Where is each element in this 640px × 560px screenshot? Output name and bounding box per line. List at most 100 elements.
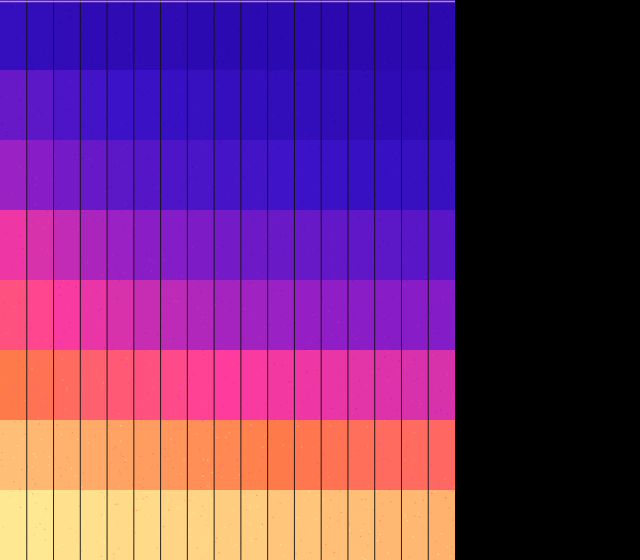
- spectrogram-noise-dot: [86, 168, 87, 169]
- spectrogram-noise-dot: [154, 89, 155, 90]
- spectrogram-noise-dot: [316, 314, 317, 315]
- spectrogram-noise-dot: [423, 500, 424, 501]
- spectrogram-noise-dot: [451, 547, 452, 548]
- spectrogram-noise-dot: [399, 104, 400, 105]
- spectrogram-noise-dot: [392, 402, 393, 403]
- spectrogram-noise-dot: [277, 502, 278, 503]
- spectrogram-noise-dot: [164, 68, 165, 69]
- spectrogram-noise-dot: [212, 539, 213, 540]
- spectrogram-noise-dot: [280, 388, 281, 389]
- spectrogram-noise-dot: [253, 116, 254, 117]
- spectrogram-noise-dot: [97, 393, 98, 394]
- spectrogram-noise-dot: [233, 300, 234, 301]
- spectrogram-noise-dot: [179, 398, 180, 399]
- spectrogram-noise-dot: [203, 359, 204, 360]
- spectrogram-noise-dot: [237, 178, 238, 179]
- spectrogram-cell: [321, 210, 348, 280]
- spectrogram-noise-dot: [334, 552, 335, 553]
- spectrogram-noise-dot: [359, 89, 360, 90]
- spectrogram-noise-dot: [30, 328, 31, 329]
- spectrogram-noise-dot: [177, 218, 178, 219]
- spectrogram-noise-dot: [118, 317, 119, 318]
- spectrogram-noise-dot: [149, 116, 150, 117]
- spectrogram-noise-dot: [280, 503, 281, 504]
- spectrogram-noise-dot: [444, 478, 445, 479]
- spectrogram-noise-dot: [395, 159, 396, 160]
- spectrogram-noise-dot: [312, 25, 313, 26]
- spectrogram-noise-dot: [387, 244, 388, 245]
- spectrogram-noise-dot: [297, 118, 298, 119]
- spectrogram-noise-dot: [307, 252, 308, 253]
- spectrogram-noise-dot: [349, 167, 350, 168]
- spectrogram-noise-dot: [250, 424, 251, 425]
- spectrogram-noise-dot: [107, 517, 108, 518]
- spectrogram-noise-dot: [251, 555, 252, 556]
- spectrogram-noise-dot: [291, 474, 292, 475]
- spectrogram-noise-dot: [173, 225, 174, 226]
- spectrogram-noise-dot: [225, 310, 226, 311]
- spectrogram-noise-dot: [236, 544, 237, 545]
- spectrogram-noise-dot: [226, 322, 227, 323]
- spectrogram-noise-dot: [302, 20, 303, 21]
- spectrogram-noise-dot: [9, 48, 10, 49]
- spectrogram-noise-dot: [93, 541, 94, 542]
- spectrogram-noise-dot: [317, 188, 318, 189]
- spectrogram-noise-dot: [24, 438, 25, 439]
- spectrogram-noise-dot: [397, 170, 398, 171]
- spectrogram-noise-dot: [233, 308, 234, 309]
- spectrogram-noise-dot: [91, 128, 92, 129]
- spectrogram-noise-dot: [143, 122, 144, 123]
- spectrogram-noise-dot: [269, 184, 270, 185]
- spectrogram-noise-dot: [366, 258, 367, 259]
- spectrogram-noise-dot: [46, 397, 47, 398]
- spectrogram-cell: [428, 350, 455, 420]
- spectrogram-noise-dot: [332, 475, 333, 476]
- spectrogram-noise-dot: [46, 211, 47, 212]
- spectrogram-noise-dot: [62, 380, 63, 381]
- spectrogram-noise-dot: [215, 148, 216, 149]
- spectrogram-noise-dot: [366, 76, 367, 77]
- spectrogram-noise-dot: [201, 40, 202, 41]
- spectrogram-noise-dot: [68, 65, 69, 66]
- spectrogram-noise-dot: [162, 502, 163, 503]
- spectrogram-noise-dot: [259, 337, 260, 338]
- spectrogram-noise-dot: [162, 65, 163, 66]
- spectrogram-noise-dot: [283, 445, 284, 446]
- spectrogram-noise-dot: [5, 107, 6, 108]
- spectrogram-noise-dot: [70, 110, 71, 111]
- spectrogram-noise-dot: [96, 146, 97, 147]
- spectrogram-noise-dot: [191, 420, 192, 421]
- spectrogram-noise-dot: [24, 400, 25, 401]
- spectrogram-noise-dot: [212, 472, 213, 473]
- spectrogram-noise-dot: [88, 442, 89, 443]
- spectrogram-noise-dot: [110, 66, 111, 67]
- spectrogram-noise-dot: [416, 475, 417, 476]
- spectrogram-noise-dot: [115, 446, 116, 447]
- spectrogram-noise-dot: [48, 464, 49, 465]
- spectrogram-noise-dot: [202, 475, 203, 476]
- spectrogram-noise-dot: [424, 20, 425, 21]
- spectrogram-noise-dot: [231, 422, 232, 423]
- spectrogram-noise-dot: [75, 515, 76, 516]
- spectrogram-cell: [214, 140, 241, 210]
- spectrogram-noise-dot: [248, 77, 249, 78]
- spectrogram-noise-dot: [193, 512, 194, 513]
- spectrogram-noise-dot: [331, 500, 332, 501]
- spectrogram-noise-dot: [101, 242, 102, 243]
- spectrogram-noise-dot: [190, 528, 191, 529]
- spectrogram-noise-dot: [315, 65, 316, 66]
- spectrogram-noise-dot: [310, 134, 311, 135]
- spectrogram-noise-dot: [215, 186, 216, 187]
- spectrogram-noise-dot: [201, 130, 202, 131]
- spectrogram-noise-dot: [135, 433, 136, 434]
- spectrogram-noise-dot: [376, 491, 377, 492]
- spectrogram-noise-dot: [281, 338, 282, 339]
- spectrogram-noise-dot: [168, 302, 169, 303]
- spectrogram-noise-dot: [197, 17, 198, 18]
- spectrogram-cell: [187, 0, 214, 70]
- spectrogram-noise-dot: [315, 185, 316, 186]
- spectrogram-cell: [27, 350, 54, 420]
- spectrogram-noise-dot: [322, 154, 323, 155]
- spectrogram-noise-dot: [430, 512, 431, 513]
- spectrogram-noise-dot: [146, 496, 147, 497]
